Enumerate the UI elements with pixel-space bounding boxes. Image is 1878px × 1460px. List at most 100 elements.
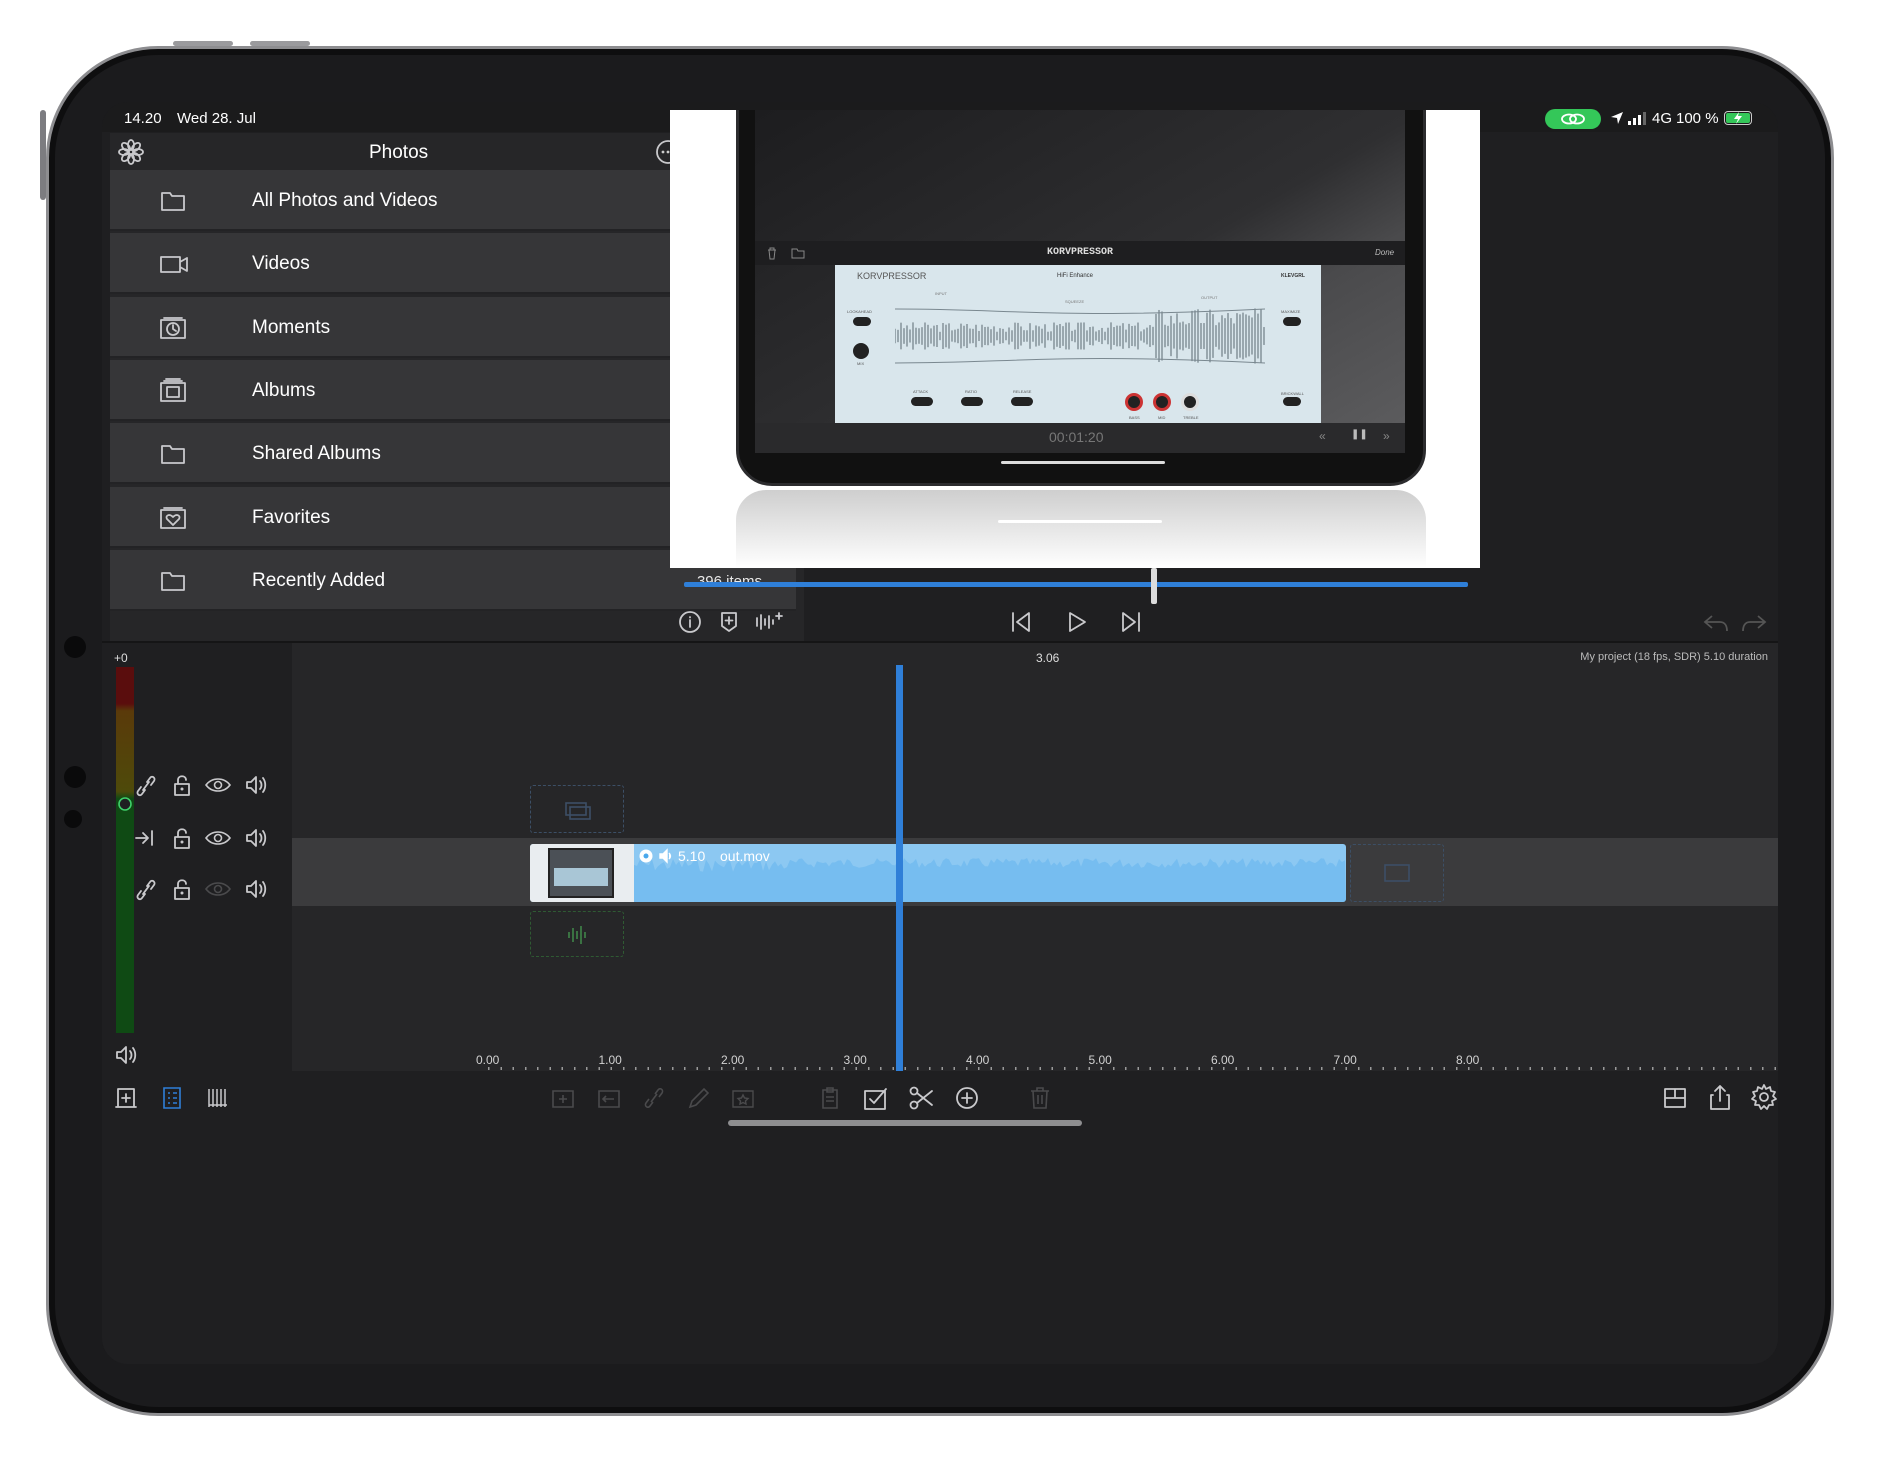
link-icon[interactable] bbox=[134, 877, 158, 901]
info-icon[interactable] bbox=[678, 610, 702, 634]
lock-icon[interactable] bbox=[172, 826, 192, 850]
track-list-icon[interactable] bbox=[160, 1085, 184, 1111]
track-volume-icon[interactable] bbox=[244, 773, 270, 797]
edit-pencil-icon[interactable] bbox=[686, 1085, 710, 1111]
network-type: 4G bbox=[1652, 110, 1673, 127]
scissors-icon[interactable] bbox=[908, 1085, 934, 1111]
master-volume-icon[interactable] bbox=[114, 1043, 140, 1067]
play-icon[interactable] bbox=[1066, 610, 1088, 634]
preview-rewind-icon: « bbox=[1319, 429, 1326, 443]
screen-mirroring-icon[interactable] bbox=[1545, 109, 1601, 129]
preview-plugin-waveform bbox=[895, 308, 1265, 364]
photos-item-label: Shared Albums bbox=[252, 443, 381, 465]
cellular-signal-icon bbox=[1628, 112, 1646, 125]
delete-icon[interactable] bbox=[1028, 1085, 1052, 1111]
layout-icon[interactable] bbox=[1662, 1085, 1688, 1111]
audio-placeholder-slot[interactable] bbox=[530, 911, 624, 957]
photos-item-label: Favorites bbox=[252, 506, 331, 528]
playhead[interactable] bbox=[896, 665, 903, 1071]
preview-knob-brickwall bbox=[1283, 397, 1301, 406]
preview-output-label: OUTPUT bbox=[1201, 295, 1218, 300]
photos-item-label: All Photos and Videos bbox=[252, 190, 438, 211]
photos-item-label: Moments bbox=[252, 316, 331, 338]
preview-knob-mid bbox=[1153, 393, 1171, 411]
redo-icon[interactable] bbox=[1740, 612, 1768, 634]
project-info: My project (18 fps, SDR) 5.10 duration bbox=[1580, 651, 1768, 663]
timeline[interactable]: 3.06 My project (18 fps, SDR) 5.10 durat… bbox=[292, 643, 1778, 1071]
clip-speed-icon bbox=[639, 849, 653, 863]
skip-back-icon[interactable] bbox=[1010, 610, 1032, 634]
preview-knob-attack bbox=[911, 397, 933, 406]
preview-knob-ratio bbox=[961, 397, 983, 406]
status-time: 14.20 bbox=[124, 110, 162, 127]
skip-forward-icon[interactable] bbox=[1120, 610, 1142, 634]
preview-reflection bbox=[736, 490, 1426, 568]
app-flower-icon[interactable] bbox=[118, 139, 144, 165]
insert-arrow-icon[interactable] bbox=[134, 826, 158, 850]
append-video-slot[interactable] bbox=[1350, 844, 1444, 902]
clip-name: out.mov bbox=[720, 848, 770, 864]
camera-dot-2 bbox=[64, 766, 86, 788]
audio-level-meter bbox=[116, 667, 134, 1033]
photos-title: Photos bbox=[369, 142, 429, 163]
preview-lookahead-label: LOOKAHEAD bbox=[847, 309, 872, 314]
preview-input-label: INPUT bbox=[935, 291, 947, 296]
lock-icon[interactable] bbox=[172, 773, 192, 797]
folder-icon bbox=[161, 445, 185, 465]
preview-trash-icon bbox=[768, 247, 776, 260]
ruler-tick-label: 4.00 bbox=[966, 1053, 990, 1067]
preview-mix-label: MIX bbox=[857, 361, 865, 366]
share-icon[interactable] bbox=[1708, 1083, 1732, 1111]
preview-plugin-body: KORVPRESSOR HiFi Enhance KLEVGRL INPUT S… bbox=[835, 265, 1321, 423]
add-marker-icon[interactable] bbox=[718, 610, 740, 634]
preview-done-label: Done bbox=[1375, 248, 1395, 257]
preview-folder-icon bbox=[791, 248, 805, 259]
insert-clip-icon[interactable] bbox=[550, 1085, 576, 1111]
link-icon[interactable] bbox=[134, 773, 158, 797]
video-placeholder-slot[interactable] bbox=[530, 785, 624, 833]
audio-meter-icon[interactable] bbox=[206, 1085, 230, 1111]
visibility-eye-icon[interactable] bbox=[204, 775, 232, 795]
select-checkbox-icon[interactable] bbox=[862, 1085, 890, 1111]
scrubber-track[interactable] bbox=[684, 582, 1468, 587]
clip-duration: 5.10 bbox=[678, 848, 706, 864]
track-volume-icon[interactable] bbox=[244, 826, 270, 850]
replace-clip-icon[interactable] bbox=[596, 1085, 622, 1111]
track-volume-icon[interactable] bbox=[244, 877, 270, 901]
video-camera-icon bbox=[160, 256, 188, 274]
ruler-ticks bbox=[488, 1067, 1778, 1070]
preview-knob-maximize bbox=[1283, 317, 1301, 326]
scrubber-handle[interactable] bbox=[1151, 568, 1158, 604]
settings-gear-icon[interactable] bbox=[1750, 1083, 1778, 1111]
ruler-tick-label: 3.00 bbox=[843, 1053, 867, 1067]
albums-icon bbox=[160, 377, 186, 402]
preview-bass-label: BASS bbox=[1129, 415, 1140, 420]
battery-percent: 100 % bbox=[1676, 110, 1719, 127]
preview-knob-bass bbox=[1125, 393, 1143, 411]
add-circle-icon[interactable] bbox=[954, 1085, 980, 1111]
preview-brickwall-label: BRICKWALL bbox=[1281, 391, 1304, 396]
favorite-clip-icon[interactable] bbox=[730, 1085, 756, 1111]
preview-knob-mix bbox=[853, 343, 869, 359]
preview-release-label: RELEASE bbox=[1013, 389, 1032, 394]
preview-knob-release bbox=[1011, 397, 1033, 406]
preview-timecode: 00:01:20 bbox=[1049, 429, 1104, 445]
video-preview[interactable]: KORVPRESSOR Done KORVPRESSOR HiFi Enhanc… bbox=[670, 110, 1480, 568]
add-voiceover-icon[interactable] bbox=[754, 610, 784, 634]
visibility-eye-icon[interactable] bbox=[204, 879, 232, 899]
camera-dot-1 bbox=[64, 636, 86, 658]
bottom-toolbar bbox=[102, 1071, 1778, 1364]
preview-forward-icon: » bbox=[1383, 429, 1390, 443]
link-icon[interactable] bbox=[642, 1085, 666, 1111]
lock-icon[interactable] bbox=[172, 877, 192, 901]
preview-maximize-label: MAXIMIZE bbox=[1281, 309, 1301, 314]
preview-device: KORVPRESSOR Done KORVPRESSOR HiFi Enhanc… bbox=[736, 110, 1426, 486]
visibility-eye-icon[interactable] bbox=[204, 828, 232, 848]
add-media-icon[interactable] bbox=[114, 1085, 138, 1111]
volume-knob-icon[interactable] bbox=[114, 793, 136, 815]
video-clip[interactable]: 5.10 out.mov bbox=[530, 844, 1346, 902]
ruler-tick-label: 2.00 bbox=[721, 1053, 745, 1067]
battery-icon bbox=[1724, 111, 1752, 125]
undo-icon[interactable] bbox=[1702, 612, 1730, 634]
clipboard-icon[interactable] bbox=[818, 1085, 842, 1111]
